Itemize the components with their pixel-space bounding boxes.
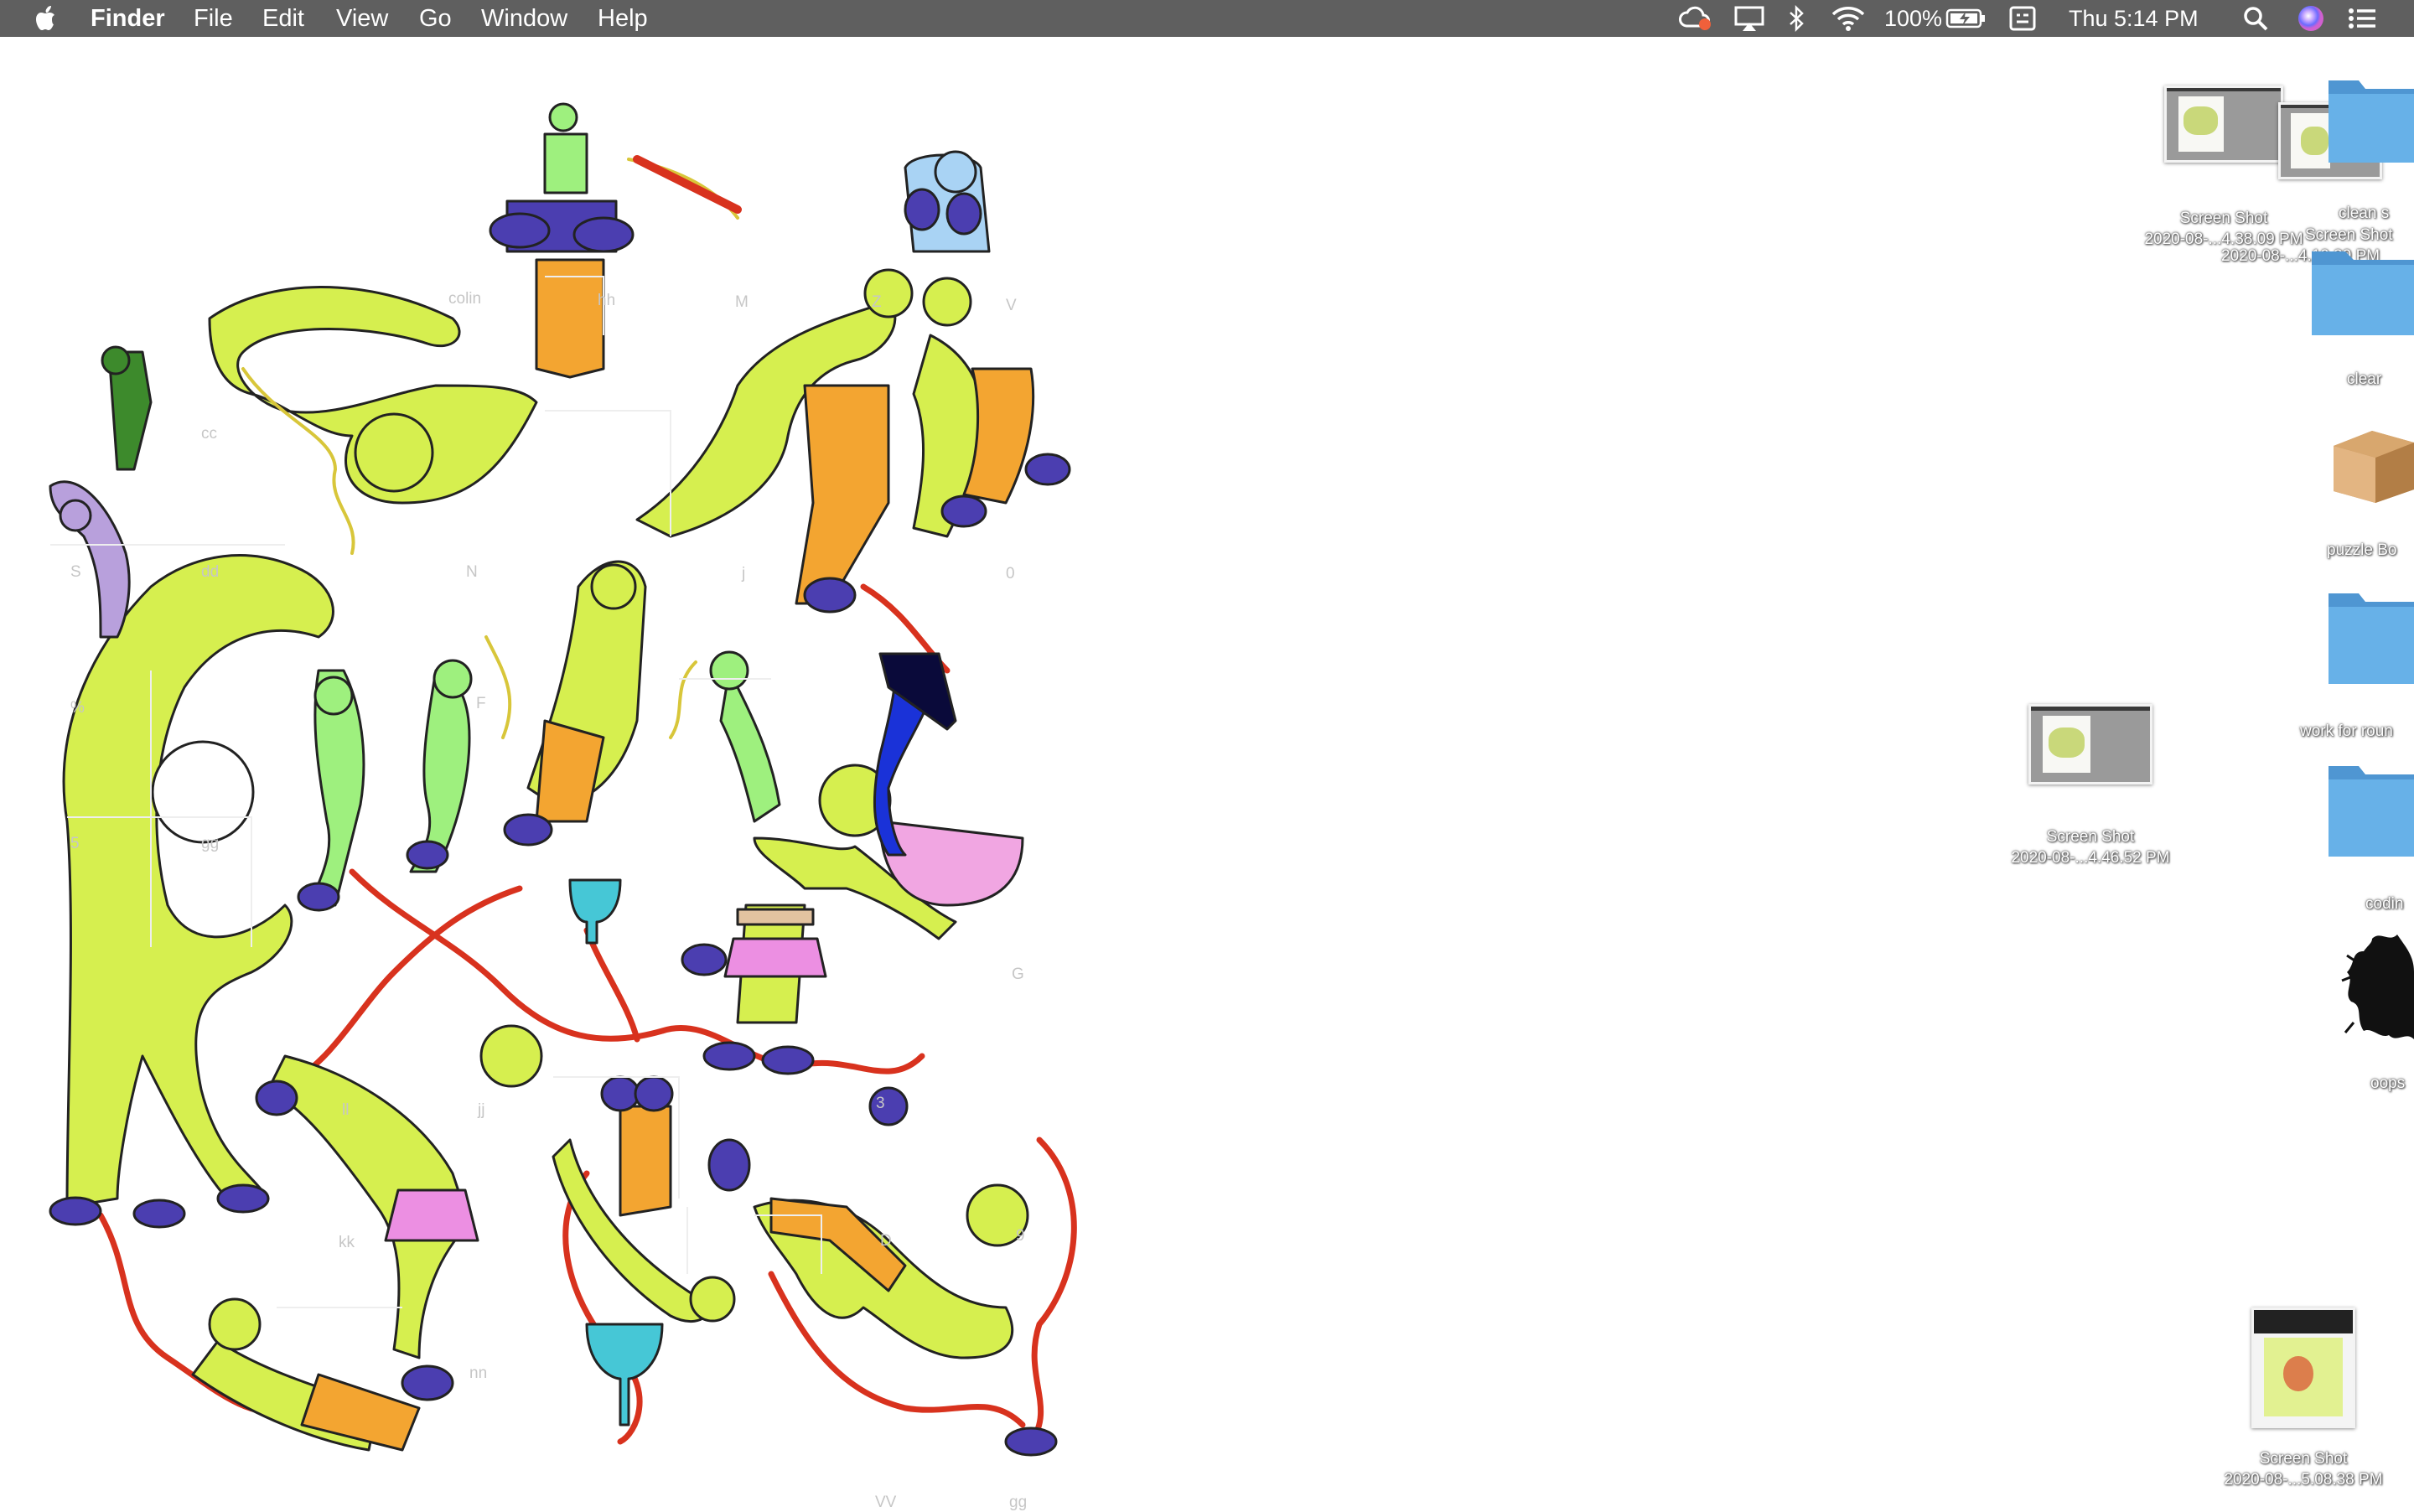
notification-center-icon[interactable]: [2345, 4, 2379, 33]
puzzle-piece-label: nn: [469, 1364, 488, 1382]
spotlight-search-icon[interactable]: [2241, 4, 2270, 33]
battery-percentage: 100%: [1884, 6, 1943, 31]
menu-edit[interactable]: Edit: [262, 4, 304, 33]
bluetooth-icon[interactable]: [1787, 4, 1805, 33]
puzzle-piece-label: N: [466, 563, 478, 581]
puzzle-piece-label: G: [1012, 966, 1024, 983]
wifi-icon[interactable]: [1831, 4, 1866, 33]
puzzle-piece-label: dd: [201, 563, 220, 581]
puzzle-piece-label: Z: [872, 293, 882, 311]
box-file-icon[interactable]: [2330, 424, 2414, 505]
puzzle-piece-label: 0: [1006, 565, 1015, 583]
puzzle-piece-label: gg: [1009, 1494, 1028, 1511]
folder-icon[interactable]: [2325, 587, 2414, 687]
keyboard-viewer-icon[interactable]: [2008, 4, 2037, 33]
desktop-item-folder-work-label[interactable]: work for roun: [2300, 721, 2414, 742]
desktop-item-puzzle-box-label[interactable]: puzzle Bo: [2327, 540, 2414, 561]
screenshot-thumbnail-icon[interactable]: [2164, 85, 2283, 163]
menubar-clock[interactable]: Thu 5:14 PM: [2069, 4, 2199, 33]
creative-cloud-icon[interactable]: [1678, 4, 1713, 33]
puzzle-piece-label: j: [742, 565, 746, 583]
puzzle-piece-label: 5: [70, 835, 80, 852]
puzzle-piece-label: hh: [598, 292, 616, 309]
screenshot-thumbnail-icon[interactable]: [2028, 704, 2152, 784]
puzzle-piece-label: gg: [201, 835, 220, 852]
menu-window[interactable]: Window: [481, 4, 567, 33]
puzzle-piece-label: %: [70, 699, 85, 717]
siri-icon[interactable]: [2297, 4, 2325, 33]
puzzle-piece-label: ll: [342, 1101, 350, 1119]
airplay-icon[interactable]: [1733, 4, 1765, 33]
puzzle-piece-label: F: [476, 695, 486, 712]
desktop-wallpaper-puzzle: colin hh M Z V cc N j 0 S dd % F 5 gg G …: [0, 37, 1106, 1511]
puzzle-piece-label: 9: [1016, 1227, 1025, 1245]
menu-bar: Finder File Edit View Go Window Help 100…: [0, 0, 2414, 37]
puzzle-piece-label: M: [735, 293, 749, 311]
desktop-item-screenshot-4-label[interactable]: Screen Shot 2020-08-...5.08.38 PM: [2201, 1448, 2406, 1490]
puzzle-piece-label: jj: [478, 1101, 485, 1119]
folder-icon[interactable]: [2308, 245, 2414, 339]
ink-splat-image-icon[interactable]: [2339, 922, 2414, 1048]
screenshot-thumbnail-icon[interactable]: [2251, 1307, 2355, 1428]
menu-go[interactable]: Go: [419, 4, 452, 33]
apple-menu-icon[interactable]: [32, 3, 62, 34]
puzzle-piece-label: colin: [448, 290, 482, 308]
desktop-item-folder-clean-label[interactable]: clean s: [2339, 203, 2414, 224]
menu-view[interactable]: View: [336, 4, 388, 33]
puzzle-piece-label: V: [1006, 297, 1017, 314]
desktop-item-screenshot-3-label[interactable]: Screen Shot 2020-08-...4.46.52 PM: [1990, 826, 2191, 868]
menu-help[interactable]: Help: [598, 4, 648, 33]
folder-icon[interactable]: [2325, 759, 2414, 860]
dancing-figures-artwork: [49, 102, 1077, 1457]
menu-file[interactable]: File: [194, 4, 233, 33]
puzzle-piece-label: D: [880, 1232, 892, 1250]
desktop-item-oops-label[interactable]: oops: [2370, 1073, 2414, 1094]
battery-charging-icon[interactable]: [1945, 4, 1987, 33]
puzzle-piece-label: 3: [876, 1095, 885, 1112]
puzzle-piece-label: VV: [875, 1494, 897, 1511]
puzzle-piece-label: S: [70, 563, 81, 581]
desktop-item-folder-coding-label[interactable]: codin: [2365, 893, 2414, 914]
puzzle-piece-label: cc: [201, 425, 217, 443]
app-menu-finder[interactable]: Finder: [91, 4, 165, 33]
desktop-item-folder-clear-label[interactable]: clear: [2347, 369, 2414, 390]
puzzle-piece-label: kk: [339, 1234, 355, 1251]
folder-icon[interactable]: [2325, 69, 2414, 169]
